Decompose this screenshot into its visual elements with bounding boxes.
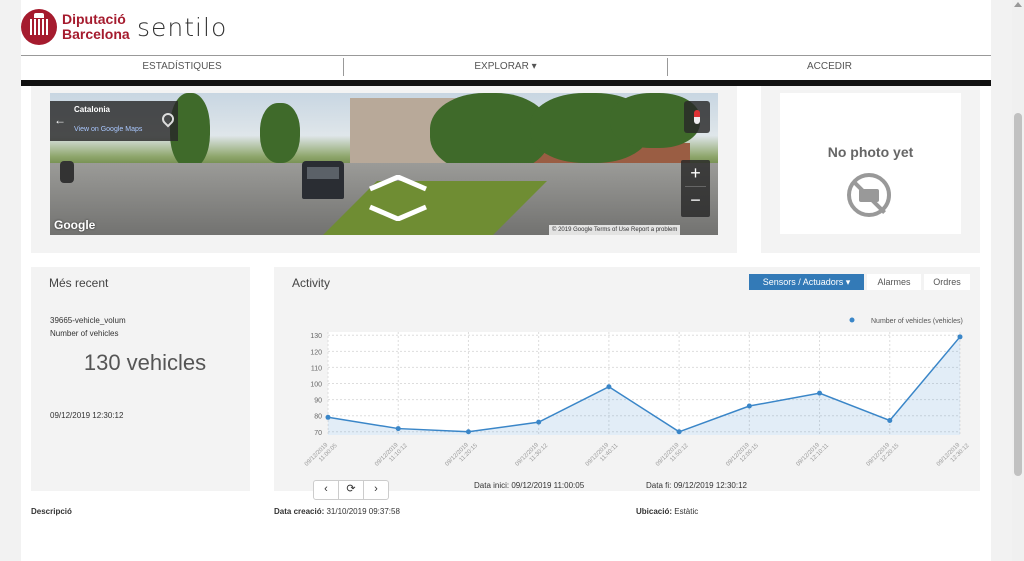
y-tick-label: 90 bbox=[314, 398, 322, 405]
x-tick-label: 09/12/201911:30:12 bbox=[515, 442, 550, 468]
created-label: Data creació: bbox=[274, 507, 325, 516]
tab-orders[interactable]: Ordres bbox=[924, 274, 970, 290]
legend-label: Number of vehicles (vehicles) bbox=[871, 318, 963, 325]
next-page-button[interactable]: › bbox=[364, 481, 388, 499]
range-end: Data fi: 09/12/2019 12:30:12 bbox=[646, 481, 747, 490]
nav-stats[interactable]: ESTADÍSTIQUES bbox=[21, 56, 343, 78]
tab-alarms[interactable]: Alarmes bbox=[867, 274, 921, 290]
zoom-out-button[interactable]: − bbox=[681, 187, 710, 213]
scroll-thumb[interactable] bbox=[1014, 113, 1022, 476]
location-label: Ubicació: bbox=[636, 507, 673, 516]
streetview-viewer[interactable]: ← Catalonia View on Google Maps + − Goog… bbox=[50, 93, 718, 235]
description-label: Descripció bbox=[31, 507, 72, 516]
y-tick-label: 130 bbox=[310, 333, 322, 340]
data-point bbox=[957, 334, 963, 340]
tree bbox=[260, 103, 300, 163]
location-value: Estàtic bbox=[674, 507, 699, 516]
navigation-arrows-icon[interactable] bbox=[368, 174, 427, 222]
scroll-up-arrow-icon[interactable] bbox=[1014, 2, 1022, 7]
data-point bbox=[536, 419, 542, 425]
description-label-text: Descripció bbox=[31, 507, 72, 516]
data-point bbox=[465, 429, 471, 435]
y-tick-label: 120 bbox=[310, 349, 322, 356]
nav-access[interactable]: ACCEDIR bbox=[668, 56, 991, 78]
chart-pager: ‹ ⟳ › bbox=[313, 480, 389, 500]
recent-title: Més recent bbox=[49, 276, 109, 290]
sensors-actuators-dropdown[interactable]: Sensors / Actuadors ▾ bbox=[749, 274, 864, 290]
nav-explore-label: EXPLORAR bbox=[474, 61, 529, 72]
data-point bbox=[817, 390, 823, 396]
map-pin-icon bbox=[159, 110, 177, 128]
zoom-in-button[interactable]: + bbox=[681, 160, 710, 186]
prev-page-button[interactable]: ‹ bbox=[314, 481, 339, 499]
recent-sensor-type: Number of vehicles bbox=[50, 329, 119, 338]
streetview-legal[interactable]: © 2019 Google Terms of Use Report a prob… bbox=[549, 225, 681, 235]
data-point bbox=[395, 426, 401, 432]
streetview-infobox: ← Catalonia View on Google Maps bbox=[50, 101, 178, 141]
recent-timestamp: 09/12/2019 12:30:12 bbox=[50, 411, 124, 420]
header: Diputació Barcelona sentilo bbox=[21, 0, 991, 55]
legend-marker bbox=[849, 317, 855, 323]
no-photo-text: No photo yet bbox=[827, 144, 914, 160]
van bbox=[302, 161, 344, 199]
no-camera-icon bbox=[847, 173, 891, 217]
streetview-location: Catalonia bbox=[74, 105, 111, 114]
org-name-line2: Barcelona bbox=[62, 26, 130, 42]
recent-value: 130 vehicles bbox=[83, 350, 207, 375]
x-tick-label: 09/12/201912:30:12 bbox=[936, 442, 971, 468]
zoom-control: + − bbox=[681, 160, 710, 217]
y-tick-label: 80 bbox=[314, 414, 322, 421]
data-point bbox=[676, 429, 682, 435]
activity-chart: 70 80 90 100 110 120 130 09/12/201911:00:05 09/1… bbox=[304, 317, 971, 468]
created-info: Data creació: 31/10/2019 09:37:58 bbox=[274, 507, 400, 516]
x-tick-label: 09/12/201912:00:15 bbox=[725, 442, 760, 468]
google-logo: Google bbox=[54, 218, 96, 232]
location-info: Ubicació: Estàtic bbox=[636, 507, 698, 516]
x-tick-label: 09/12/201911:40:11 bbox=[585, 442, 620, 468]
data-point bbox=[325, 414, 331, 420]
y-tick-label: 70 bbox=[314, 430, 322, 437]
motorbike bbox=[60, 161, 74, 183]
x-tick-label: 09/12/201912:10:11 bbox=[795, 442, 830, 468]
created-value: 31/10/2019 09:37:58 bbox=[326, 507, 400, 516]
y-tick-label: 110 bbox=[311, 365, 322, 372]
page-frame: Diputació Barcelona sentilo ESTADÍSTIQUE… bbox=[21, 0, 991, 561]
caret-down-icon: ▾ bbox=[531, 61, 537, 72]
diputacio-seal-logo bbox=[21, 9, 57, 45]
x-tick-label: 09/12/201911:10:12 bbox=[374, 442, 409, 468]
x-tick-label: 09/12/201911:50:12 bbox=[655, 442, 690, 468]
sentilo-logo[interactable]: sentilo bbox=[137, 13, 227, 42]
data-point bbox=[746, 403, 752, 409]
refresh-button[interactable]: ⟳ bbox=[339, 481, 364, 499]
data-point bbox=[606, 384, 612, 390]
x-tick-label: 09/12/201912:20:15 bbox=[866, 442, 901, 468]
photo-placeholder: No photo yet bbox=[780, 93, 961, 234]
back-arrow-icon[interactable]: ← bbox=[54, 113, 66, 127]
data-point bbox=[887, 418, 893, 424]
activity-title: Activity bbox=[292, 276, 331, 290]
org-name-line1: Diputació bbox=[62, 11, 126, 27]
compass-icon[interactable] bbox=[684, 101, 710, 133]
range-start: Data inici: 09/12/2019 11:00:05 bbox=[474, 481, 585, 490]
y-tick-label: 100 bbox=[310, 382, 322, 389]
recent-sensor-id: 39665-vehicle_volum bbox=[50, 316, 126, 325]
x-tick-label: 09/12/201911:20:15 bbox=[444, 442, 479, 468]
org-name: Diputació Barcelona bbox=[62, 12, 130, 42]
page-scrollbar[interactable] bbox=[1012, 0, 1024, 561]
view-on-google-maps-link[interactable]: View on Google Maps bbox=[74, 126, 142, 133]
nav-explore[interactable]: EXPLORAR ▾ bbox=[344, 56, 667, 78]
main-nav: ESTADÍSTIQUES EXPLORAR ▾ ACCEDIR bbox=[21, 55, 991, 78]
recent-panel bbox=[31, 267, 250, 491]
x-tick-label: 09/12/201911:00:05 bbox=[304, 442, 339, 468]
